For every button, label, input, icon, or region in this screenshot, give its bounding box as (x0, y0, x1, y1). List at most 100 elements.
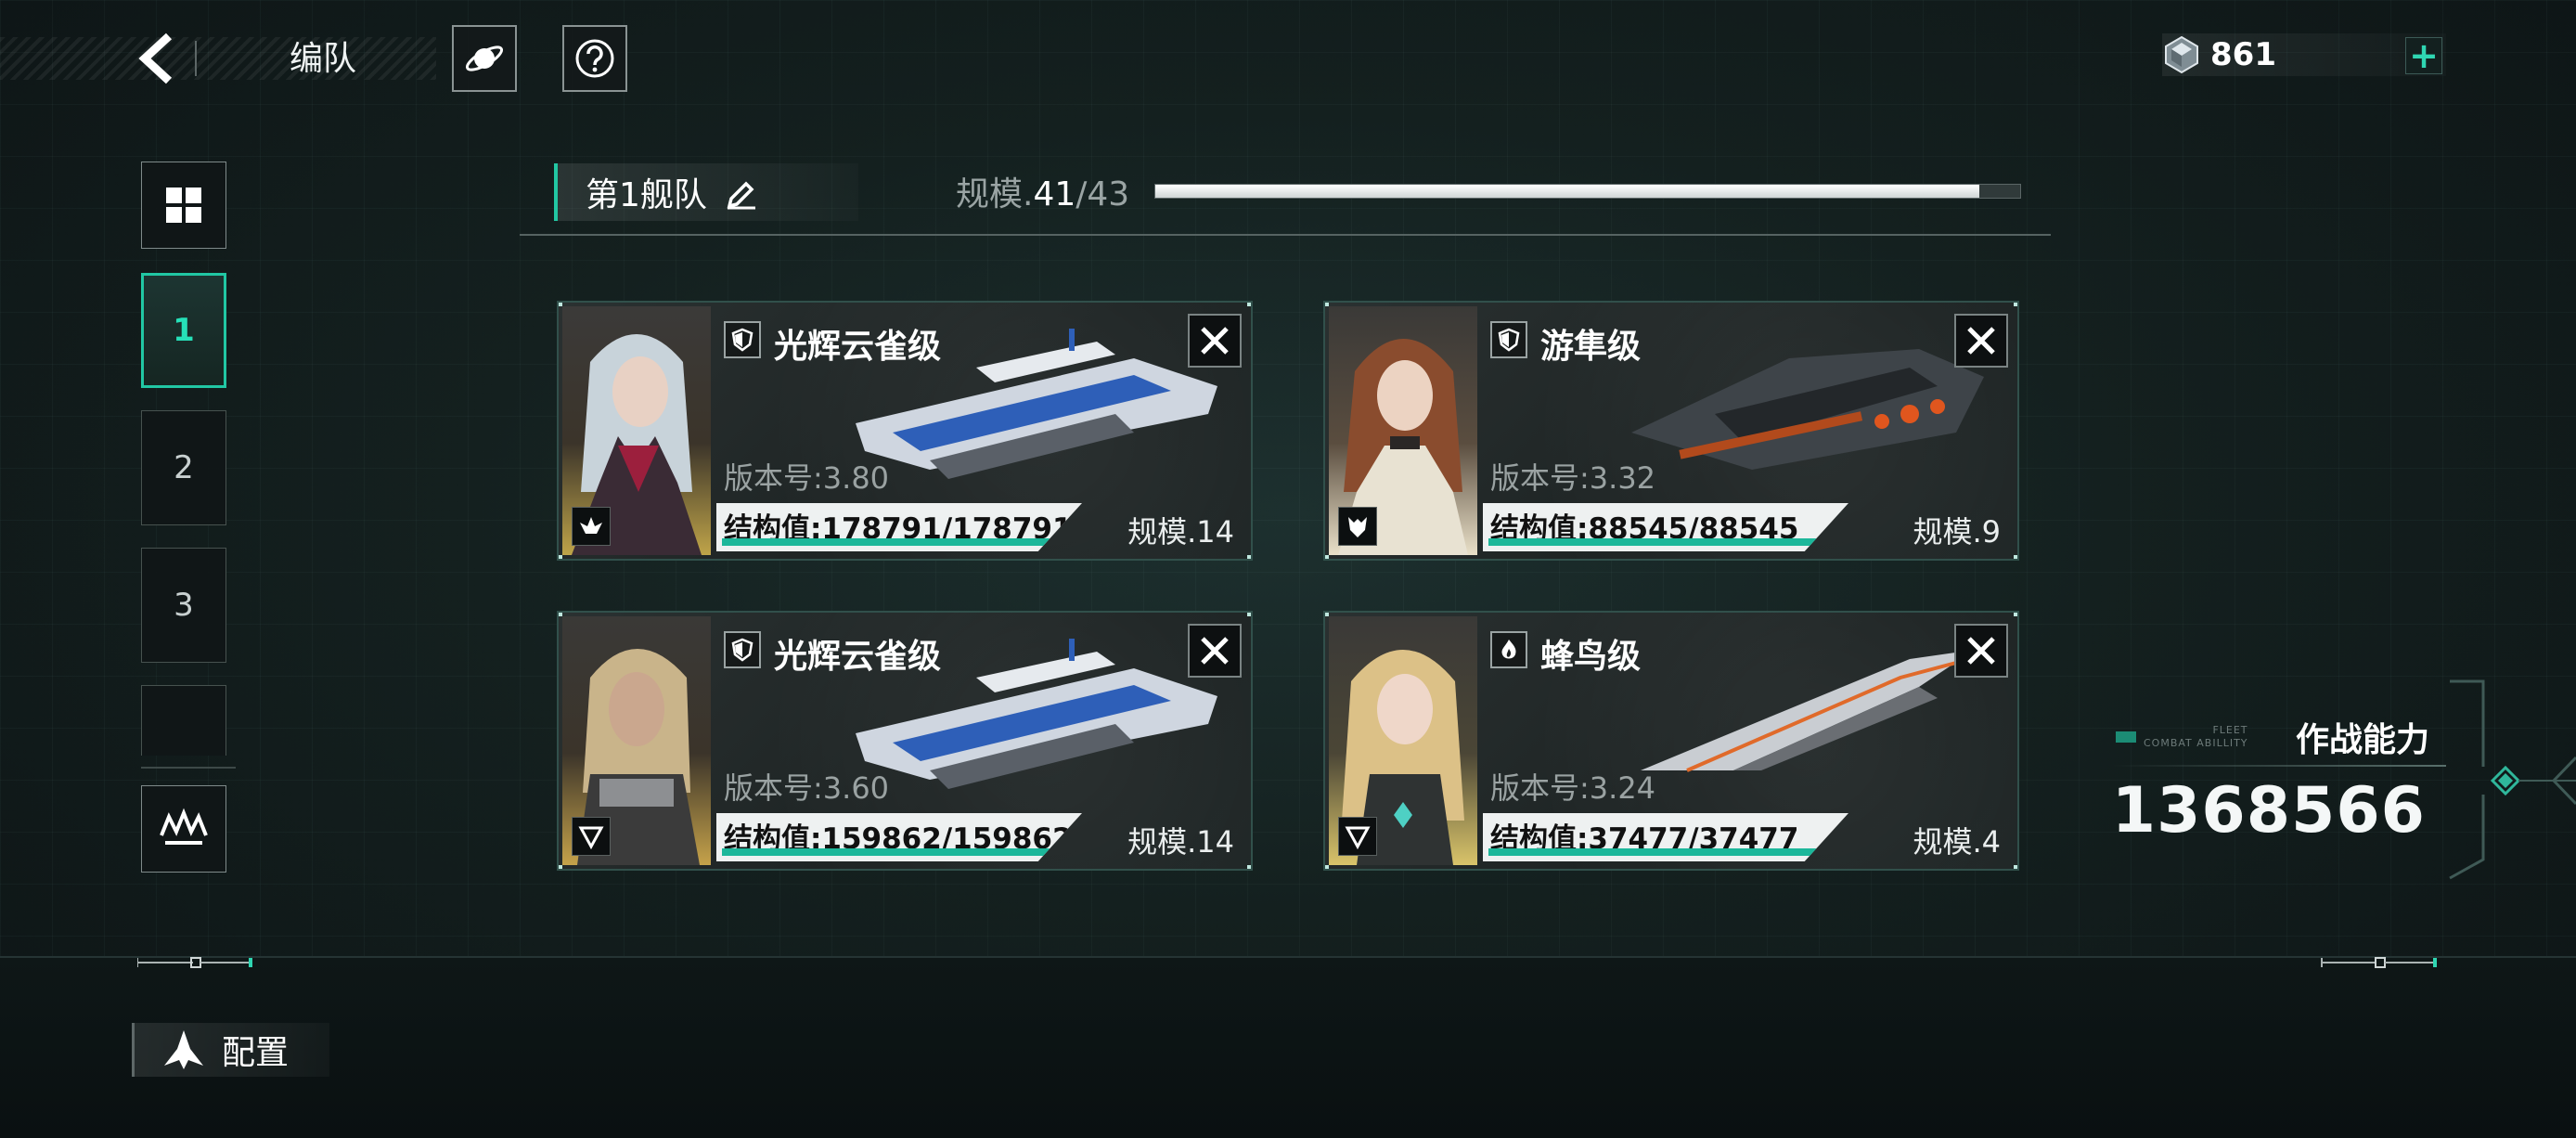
fleet-name-tab[interactable]: 第1舰队 (554, 163, 858, 221)
durability-fill (722, 538, 1058, 546)
card-corner-marker (2014, 865, 2017, 869)
triangle-icon (1345, 826, 1371, 849)
captain-badge (1338, 507, 1377, 546)
winged-emblem-icon (580, 517, 602, 534)
planet-button[interactable] (452, 25, 517, 92)
combat-label-en-1: FLEET (2212, 724, 2248, 736)
combat-flag-icon (2116, 731, 2136, 743)
close-icon (1967, 327, 1995, 355)
card-corner-marker (1247, 613, 1251, 616)
card-corner-marker (1247, 865, 1251, 869)
ship-card[interactable]: 蜂鸟级 版本号:3.24 结构值:37477/37477 规模.4 (1323, 611, 2019, 871)
fleet-scale-bar (1154, 184, 2021, 199)
planet-icon (465, 45, 504, 71)
help-icon (575, 39, 614, 78)
triangle-icon (578, 826, 604, 849)
fleet-tab-3[interactable]: 3 (141, 548, 226, 663)
ship-scale: 规模.14 (1127, 824, 1234, 860)
tools-button[interactable] (141, 785, 226, 873)
add-currency-button[interactable]: + (2405, 37, 2442, 74)
fleet-scale-label: 规模.41/43 (956, 167, 1129, 215)
fleet-tab-1[interactable]: 1 (141, 273, 226, 388)
card-corner-marker (559, 555, 562, 559)
ship-durability: 结构值:178791/178791 (716, 503, 1082, 551)
remove-ship-button[interactable] (1954, 314, 2008, 368)
durability-fill (1488, 538, 1824, 546)
remove-ship-button[interactable] (1188, 624, 1242, 678)
currency-value: 861 (2210, 36, 2276, 73)
captain-portrait (562, 616, 711, 865)
combat-label-english: FLEET COMBAT ABILLITY (2144, 724, 2248, 750)
combat-ability-value: 1368566 (2111, 774, 2426, 847)
ship-card[interactable]: 光辉云雀级 版本号:3.80 结构值:178791/178791 规模.14 (557, 301, 1253, 561)
ship-illustration (856, 329, 1217, 479)
card-corner-marker (1247, 303, 1251, 306)
close-icon (1201, 637, 1229, 665)
card-corner-marker (1325, 613, 1329, 616)
ship-scale: 规模.4 (1913, 824, 2001, 860)
durability-bar (1488, 538, 1824, 546)
captain-portrait (1329, 306, 1477, 555)
durability-bar (1488, 848, 1824, 856)
card-corner-marker (1247, 555, 1251, 559)
card-corner-marker (559, 865, 562, 869)
help-button[interactable] (562, 25, 627, 92)
remove-ship-button[interactable] (1954, 624, 2008, 678)
captain-badge (572, 817, 611, 856)
ship-scale: 规模.9 (1913, 514, 2001, 550)
ship-version: 版本号:3.32 (1490, 460, 1656, 496)
card-corner-marker (1325, 555, 1329, 559)
durability-bar (722, 848, 1058, 856)
captain-badge (1338, 817, 1377, 856)
ship-card[interactable]: 光辉云雀级 版本号:3.60 结构值:159862/159862 规模.14 (557, 611, 1253, 871)
ship-class-badge (724, 321, 761, 358)
title-divider (195, 41, 197, 76)
overview-button[interactable] (141, 162, 226, 249)
card-corner-marker (559, 613, 562, 616)
close-icon (1201, 327, 1229, 355)
bottom-band (0, 956, 2576, 1138)
scale-current: 41 (1033, 175, 1076, 213)
captain-portrait (1329, 616, 1477, 865)
ship-version: 版本号:3.80 (724, 460, 890, 496)
ship-durability: 结构值:37477/37477 (1483, 813, 1848, 861)
edit-icon[interactable] (724, 175, 759, 210)
card-corner-marker (2014, 613, 2017, 616)
ship-card[interactable]: 游隼级 版本号:3.32 结构值:88545/88545 规模.9 (1323, 301, 2019, 561)
crystal-icon (2165, 35, 2198, 74)
durability-fill (722, 848, 1058, 856)
combat-ability-panel: FLEET COMBAT ABILLITY 作战能力 1368566 (2112, 692, 2446, 878)
ship-illustration (856, 639, 1217, 789)
flame-icon (1501, 640, 1516, 659)
card-corner-marker (559, 303, 562, 306)
fleet-tab-partial[interactable] (141, 685, 226, 756)
ship-class-badge (724, 631, 761, 668)
durability-bar (722, 538, 1058, 546)
ship-illustration (1631, 349, 1984, 470)
remove-ship-button[interactable] (1188, 314, 1242, 368)
close-icon (1967, 637, 1995, 665)
config-button[interactable]: 配置 (132, 1023, 329, 1077)
card-corner-marker (2014, 555, 2017, 559)
config-label: 配置 (222, 1034, 290, 1072)
fleet-name: 第1舰队 (586, 176, 707, 214)
combat-frame-ornament (2449, 679, 2576, 880)
ship-class-badge (1490, 631, 1527, 668)
shield-icon (731, 638, 753, 662)
ship-class-badge (1490, 321, 1527, 358)
combat-label-en-2: COMBAT ABILLITY (2144, 736, 2248, 749)
currency-display: 861 (2162, 33, 2446, 76)
card-corner-marker (1325, 303, 1329, 306)
fleet-tab-2[interactable]: 2 (141, 410, 226, 525)
captain-portrait (562, 306, 711, 555)
wolf-emblem-icon (1348, 517, 1367, 537)
timeline-left (137, 957, 252, 968)
fleet-scale-fill (1155, 185, 1980, 198)
back-button[interactable] (130, 28, 182, 89)
ship-durability: 结构值:88545/88545 (1483, 503, 1848, 551)
captain-badge (572, 507, 611, 546)
page-title: 编队 (290, 40, 357, 78)
durability-fill (1488, 848, 1824, 856)
scale-max: /43 (1075, 175, 1130, 213)
timeline-right (2321, 957, 2437, 968)
